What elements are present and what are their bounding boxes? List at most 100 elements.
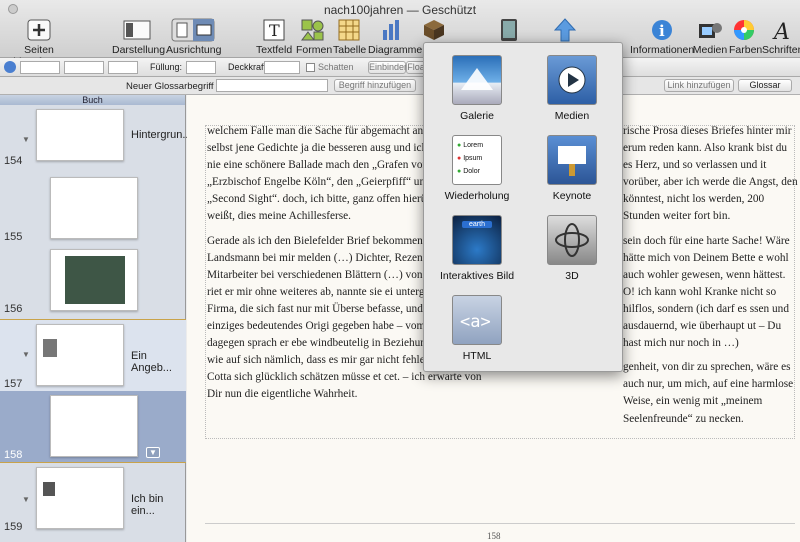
page-row-159[interactable]: ▼ 159 Ich bin ein... bbox=[0, 465, 186, 537]
page-number: 156 bbox=[4, 303, 23, 315]
widget-keynote[interactable]: Keynote bbox=[527, 135, 617, 202]
publish-button[interactable] bbox=[553, 18, 578, 42]
table-label: Tabelle bbox=[333, 44, 367, 56]
table-icon bbox=[338, 19, 360, 41]
inline-button[interactable]: Einbinden bbox=[368, 61, 409, 74]
media-button[interactable]: Medien bbox=[692, 18, 728, 56]
page-label: Hintergrun... bbox=[131, 129, 192, 141]
plus-page-icon bbox=[27, 19, 51, 41]
widget-label: HTML bbox=[462, 350, 492, 362]
style-select[interactable] bbox=[20, 61, 60, 74]
page-thumbnail[interactable] bbox=[36, 109, 124, 161]
font-select[interactable] bbox=[64, 61, 104, 74]
svg-text:i: i bbox=[659, 22, 665, 40]
info-icon: i bbox=[652, 20, 672, 40]
widget-label: Medien bbox=[554, 110, 590, 122]
gallery-icon bbox=[452, 55, 502, 105]
view-button[interactable]: Darstellung bbox=[112, 18, 166, 56]
page-row-156[interactable]: 156 bbox=[0, 245, 186, 317]
widget-interactive-image[interactable]: earth Interaktives Bild bbox=[432, 215, 522, 282]
layout-menu-icon[interactable]: ▼ bbox=[146, 447, 160, 458]
book-image bbox=[65, 256, 125, 304]
colors-button[interactable]: Farben bbox=[729, 18, 763, 56]
size-select[interactable] bbox=[108, 61, 138, 74]
inspector-label: Informationen bbox=[630, 44, 695, 56]
widget-label: 3D bbox=[565, 270, 579, 282]
orientation-button[interactable]: Ausrichtung bbox=[166, 18, 222, 56]
textbox-button[interactable]: T Textfeld bbox=[256, 18, 292, 56]
format-bar: Füllung: Deckkraft: Schatten Einbinden F… bbox=[0, 58, 800, 77]
fonts-label: Schriften bbox=[762, 44, 800, 56]
inspector-button[interactable]: i Informationen bbox=[630, 18, 694, 56]
page-row-155[interactable]: 155 bbox=[0, 173, 186, 245]
page-thumbnail[interactable] bbox=[36, 324, 124, 386]
page-thumbnail[interactable] bbox=[36, 467, 124, 529]
view-icon bbox=[123, 20, 151, 40]
review-word: Dolor bbox=[463, 168, 480, 175]
page-number: 157 bbox=[4, 378, 23, 390]
widget-html[interactable]: <a> HTML bbox=[432, 295, 522, 362]
media-label: Medien bbox=[692, 44, 728, 56]
page-row-154[interactable]: ▼ 154 Hintergrun... bbox=[0, 105, 192, 169]
paragraph: genheit, von dir zu sprechen, wäre es au… bbox=[623, 361, 794, 425]
widget-media[interactable]: Medien bbox=[527, 55, 617, 122]
page-navigator: Buch ▼ 154 Hintergrun... 155 156 ▼ 157 E… bbox=[0, 95, 192, 542]
opacity-label: Deckkraft: bbox=[228, 62, 269, 72]
new-glossary-label: Neuer Glossarbegriff bbox=[126, 81, 214, 92]
portrait-image bbox=[43, 482, 55, 496]
widget-review[interactable]: ● Lorem ● Ipsum ● Dolor Wiederholung bbox=[432, 135, 522, 202]
fill-swatch[interactable] bbox=[186, 61, 216, 74]
fonts-icon: A bbox=[772, 20, 790, 42]
table-button[interactable]: Tabelle bbox=[333, 18, 367, 56]
disclosure-triangle-icon[interactable]: ▼ bbox=[22, 135, 30, 144]
disclosure-triangle-icon[interactable]: ▼ bbox=[22, 350, 30, 359]
glossary-term-field[interactable] bbox=[216, 79, 328, 92]
widget-label: Keynote bbox=[552, 190, 592, 202]
widget-label: Galerie bbox=[460, 110, 494, 122]
toolbar: nach100jahren — Geschützt Seiten hinzufü… bbox=[0, 0, 800, 68]
disclosure-triangle-icon[interactable]: ▼ bbox=[22, 495, 30, 504]
add-term-button[interactable]: Begriff hinzufügen bbox=[334, 79, 416, 92]
media-play-icon bbox=[547, 55, 597, 105]
page-number: 159 bbox=[4, 521, 23, 533]
page-thumbnail[interactable] bbox=[50, 249, 138, 311]
page-number: 154 bbox=[4, 155, 23, 167]
glossary-button[interactable]: Glossar bbox=[738, 79, 792, 92]
charts-button[interactable]: Diagramme bbox=[368, 18, 422, 56]
page-thumbnail[interactable] bbox=[50, 177, 138, 239]
footer-page-number: 158 bbox=[487, 531, 501, 541]
shadow-checkbox[interactable] bbox=[306, 63, 315, 72]
page-number: 155 bbox=[4, 231, 23, 243]
page-number: 158 bbox=[4, 449, 23, 461]
add-link-button[interactable]: Link hinzufügen bbox=[664, 79, 734, 92]
widgets-icon bbox=[424, 20, 444, 40]
opacity-field[interactable] bbox=[264, 61, 300, 74]
orientation-label: Ausrichtung bbox=[166, 44, 222, 56]
3d-icon bbox=[547, 215, 597, 265]
chart-icon bbox=[383, 20, 399, 40]
page-label: Ein Angeb... bbox=[131, 350, 172, 374]
svg-text:T: T bbox=[269, 21, 280, 40]
page-thumbnail[interactable] bbox=[50, 395, 138, 457]
shadow-label: Schatten bbox=[318, 62, 354, 72]
ipad-icon bbox=[501, 19, 517, 41]
svg-text:A: A bbox=[772, 20, 790, 42]
page-row-158-selected[interactable]: 158 ▼ bbox=[0, 391, 186, 463]
device-preview-button[interactable] bbox=[500, 18, 520, 42]
review-icon: ● Lorem ● Ipsum ● Dolor bbox=[452, 135, 502, 185]
sidebar-header: Buch bbox=[0, 95, 185, 105]
charts-label: Diagramme bbox=[368, 44, 423, 56]
view-label: Darstellung bbox=[112, 44, 166, 56]
fonts-button[interactable]: A Schriften bbox=[762, 18, 800, 56]
widget-3d[interactable]: 3D bbox=[527, 215, 617, 282]
text-column-right[interactable]: rische Prosa dieses Briefes hinter mir e… bbox=[623, 123, 799, 435]
sound-icon[interactable] bbox=[4, 61, 16, 73]
page-row-157[interactable]: ▼ 157 Ein Angeb... bbox=[0, 319, 186, 391]
interactive-image-icon: earth bbox=[452, 215, 502, 265]
widget-gallery[interactable]: Galerie bbox=[432, 55, 522, 122]
shapes-button[interactable]: Formen bbox=[296, 18, 332, 56]
paragraph: rische Prosa dieses Briefes hinter mir e… bbox=[623, 125, 798, 223]
widget-label: Wiederholung bbox=[444, 190, 510, 202]
colors-label: Farben bbox=[729, 44, 763, 56]
widget-label: Interaktives Bild bbox=[439, 270, 515, 282]
